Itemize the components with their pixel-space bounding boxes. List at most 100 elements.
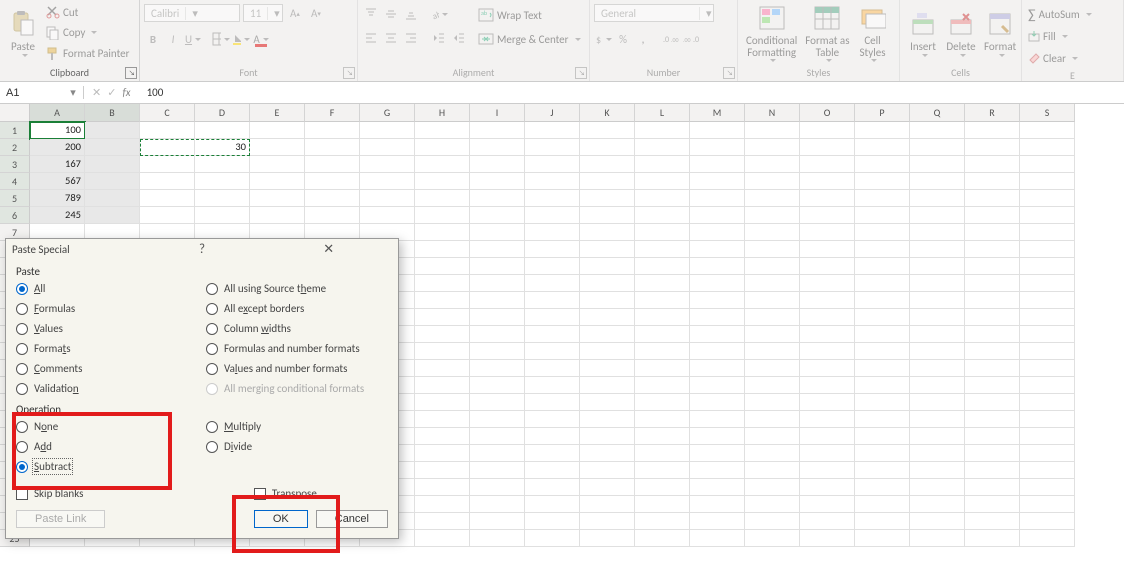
cell-R2[interactable]: [965, 139, 1020, 156]
cell-P23[interactable]: [855, 496, 910, 513]
dialog-titlebar[interactable]: Paste Special ? ✕: [6, 239, 398, 259]
cancel-button[interactable]: Cancel: [316, 510, 388, 528]
cell-L20[interactable]: [635, 445, 690, 462]
cell-I7[interactable]: [470, 224, 525, 241]
cell-K17[interactable]: [580, 394, 635, 411]
col-header-S[interactable]: S: [1020, 104, 1075, 122]
cell-J8[interactable]: [525, 241, 580, 258]
fill-button[interactable]: Fill: [1026, 26, 1070, 46]
cell-O14[interactable]: [800, 343, 855, 360]
cell-R14[interactable]: [965, 343, 1020, 360]
format-painter-button[interactable]: Format Painter: [44, 44, 131, 64]
cell-B3[interactable]: [85, 156, 140, 173]
cell-F1[interactable]: [305, 122, 360, 139]
name-box[interactable]: ▾: [0, 86, 84, 99]
cell-K6[interactable]: [580, 207, 635, 224]
cell-J20[interactable]: [525, 445, 580, 462]
cell-H25[interactable]: [415, 530, 470, 547]
cell-Q16[interactable]: [910, 377, 965, 394]
cell-I25[interactable]: [470, 530, 525, 547]
cell-H8[interactable]: [415, 241, 470, 258]
cell-M7[interactable]: [690, 224, 745, 241]
cell-Q25[interactable]: [910, 530, 965, 547]
cell-H21[interactable]: [415, 462, 470, 479]
cell-K23[interactable]: [580, 496, 635, 513]
cell-K7[interactable]: [580, 224, 635, 241]
cell-M16[interactable]: [690, 377, 745, 394]
row-header-3[interactable]: 3: [0, 156, 30, 173]
col-header-C[interactable]: C: [140, 104, 195, 122]
cell-Q11[interactable]: [910, 292, 965, 309]
cell-C4[interactable]: [140, 173, 195, 190]
cell-P14[interactable]: [855, 343, 910, 360]
cell-K21[interactable]: [580, 462, 635, 479]
cell-L5[interactable]: [635, 190, 690, 207]
orientation-button[interactable]: ab: [430, 5, 448, 23]
cell-N4[interactable]: [745, 173, 800, 190]
cell-H6[interactable]: [415, 207, 470, 224]
cell-I8[interactable]: [470, 241, 525, 258]
cell-P19[interactable]: [855, 428, 910, 445]
cell-S9[interactable]: [1020, 258, 1075, 275]
cell-Q2[interactable]: [910, 139, 965, 156]
col-header-P[interactable]: P: [855, 104, 910, 122]
cell-L6[interactable]: [635, 207, 690, 224]
cell-O6[interactable]: [800, 207, 855, 224]
skip-blanks-checkbox[interactable]: Skip blanks: [16, 487, 105, 500]
cell-M13[interactable]: [690, 326, 745, 343]
cell-Q24[interactable]: [910, 513, 965, 530]
cell-R7[interactable]: [965, 224, 1020, 241]
cell-M24[interactable]: [690, 513, 745, 530]
row-header-1[interactable]: 1: [0, 122, 30, 139]
cell-O16[interactable]: [800, 377, 855, 394]
cell-G5[interactable]: [360, 190, 415, 207]
cell-P18[interactable]: [855, 411, 910, 428]
cell-K22[interactable]: [580, 479, 635, 496]
cell-K1[interactable]: [580, 122, 635, 139]
cell-P3[interactable]: [855, 156, 910, 173]
cell-K4[interactable]: [580, 173, 635, 190]
cell-L19[interactable]: [635, 428, 690, 445]
paste-radio-src_theme[interactable]: All using Source theme: [206, 280, 364, 297]
cell-N24[interactable]: [745, 513, 800, 530]
cell-S13[interactable]: [1020, 326, 1075, 343]
cell-A1[interactable]: 100: [30, 122, 85, 139]
cell-K18[interactable]: [580, 411, 635, 428]
cell-K19[interactable]: [580, 428, 635, 445]
cell-I6[interactable]: [470, 207, 525, 224]
cell-O1[interactable]: [800, 122, 855, 139]
cell-C2[interactable]: [140, 139, 195, 156]
cell-R25[interactable]: [965, 530, 1020, 547]
cell-K24[interactable]: [580, 513, 635, 530]
col-header-J[interactable]: J: [525, 104, 580, 122]
cell-J10[interactable]: [525, 275, 580, 292]
cell-G4[interactable]: [360, 173, 415, 190]
cell-H2[interactable]: [415, 139, 470, 156]
cell-I3[interactable]: [470, 156, 525, 173]
cell-L17[interactable]: [635, 394, 690, 411]
cell-L25[interactable]: [635, 530, 690, 547]
conditional-formatting-button[interactable]: Conditional Formatting: [742, 2, 801, 64]
name-box-input[interactable]: [0, 87, 64, 99]
cell-R6[interactable]: [965, 207, 1020, 224]
dialog-help-button[interactable]: ?: [139, 242, 266, 257]
row-header-5[interactable]: 5: [0, 190, 30, 207]
format-as-table-button[interactable]: Format as Table: [801, 2, 853, 64]
cell-N22[interactable]: [745, 479, 800, 496]
cell-M15[interactable]: [690, 360, 745, 377]
cell-A6[interactable]: 245: [30, 207, 85, 224]
cell-M20[interactable]: [690, 445, 745, 462]
cell-A4[interactable]: 567: [30, 173, 85, 190]
cell-H19[interactable]: [415, 428, 470, 445]
ok-button[interactable]: OK: [254, 510, 308, 528]
cell-J9[interactable]: [525, 258, 580, 275]
cell-Q8[interactable]: [910, 241, 965, 258]
cell-S11[interactable]: [1020, 292, 1075, 309]
cell-L23[interactable]: [635, 496, 690, 513]
cell-L3[interactable]: [635, 156, 690, 173]
cell-P25[interactable]: [855, 530, 910, 547]
decrease-indent-button[interactable]: [430, 29, 448, 47]
cell-M18[interactable]: [690, 411, 745, 428]
col-header-K[interactable]: K: [580, 104, 635, 122]
cell-L22[interactable]: [635, 479, 690, 496]
